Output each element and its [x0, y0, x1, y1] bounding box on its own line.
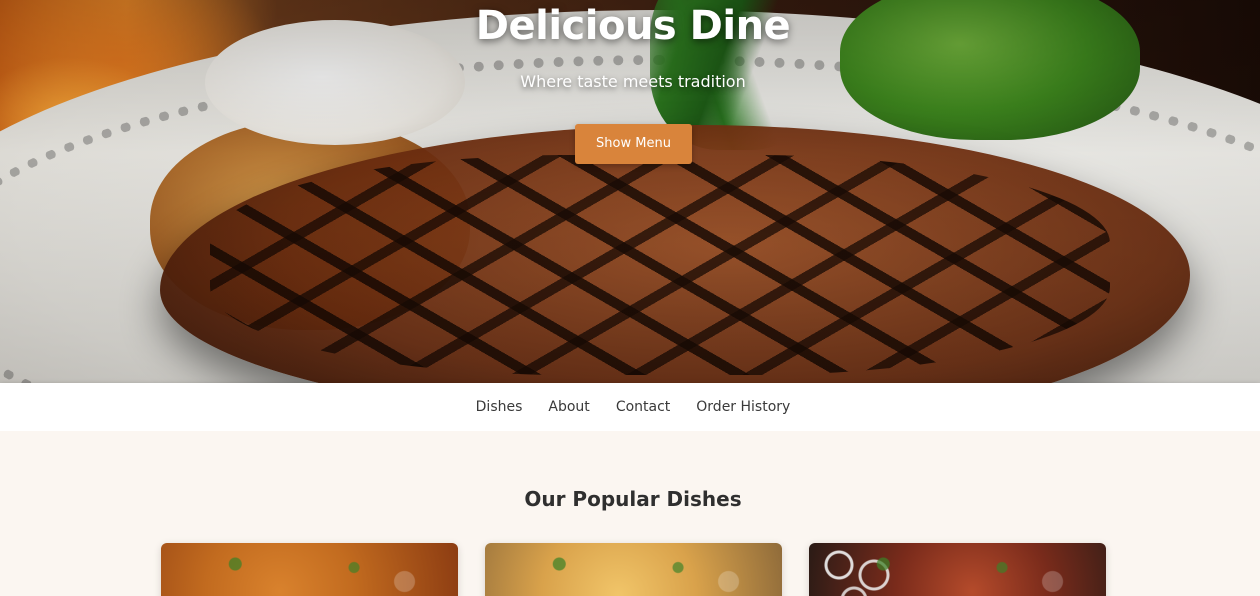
nav-item-order-history[interactable]: Order History [696, 399, 790, 415]
hero-overlay [0, 0, 1260, 383]
dish-image-1 [161, 543, 458, 596]
show-menu-button[interactable]: Show Menu [575, 124, 692, 164]
dish-image-2 [485, 543, 782, 596]
dish-card-2[interactable] [485, 543, 782, 596]
dish-image-3 [809, 543, 1106, 596]
hero-banner: Delicious Dine Where taste meets traditi… [0, 0, 1260, 383]
nav-item-contact[interactable]: Contact [616, 399, 670, 415]
main-content: Our Popular Dishes [0, 431, 1260, 596]
dish-card-3[interactable] [809, 543, 1106, 596]
hero-subtitle: Where taste meets tradition [520, 72, 746, 91]
dish-card-1[interactable] [161, 543, 458, 596]
hero-title: Delicious Dine [475, 3, 791, 49]
nav-item-dishes[interactable]: Dishes [476, 399, 523, 415]
main-navigation: Dishes About Contact Order History [0, 383, 1260, 431]
nav-item-about[interactable]: About [548, 399, 589, 415]
popular-dishes-title: Our Popular Dishes [524, 487, 742, 511]
